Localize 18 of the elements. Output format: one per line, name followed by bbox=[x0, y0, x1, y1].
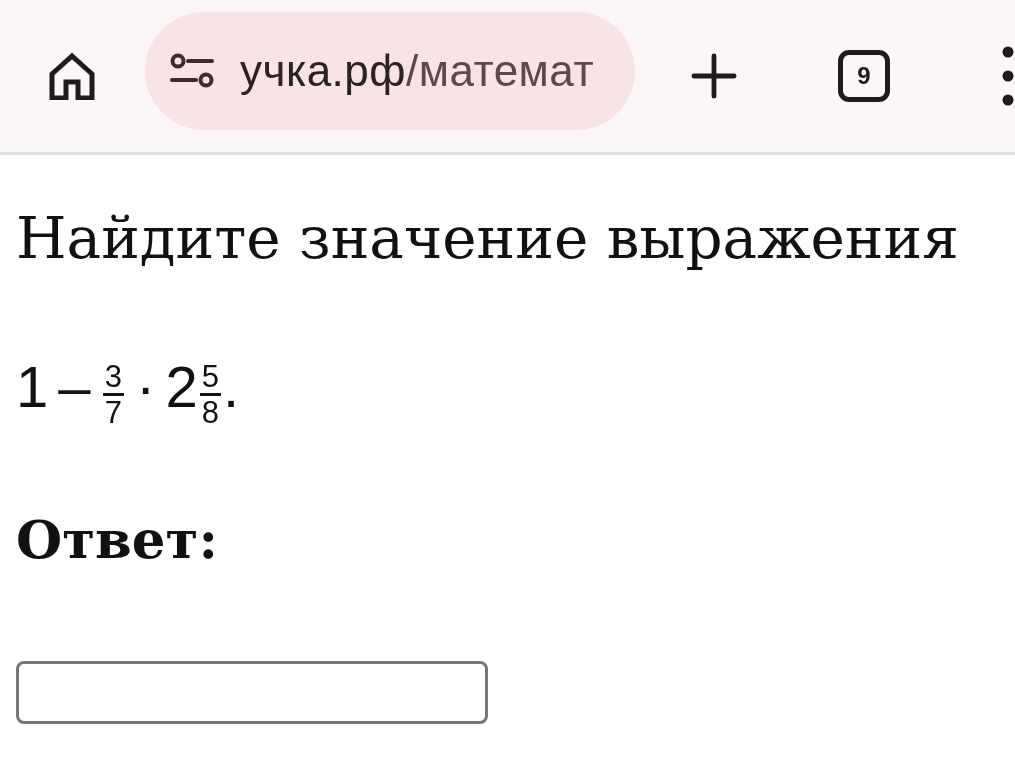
expression-text: · 2 bbox=[135, 358, 198, 416]
menu-button[interactable] bbox=[1002, 46, 1014, 106]
answer-field[interactable] bbox=[16, 661, 488, 724]
plus-icon bbox=[691, 53, 737, 99]
fraction-numerator: 5 bbox=[199, 360, 222, 396]
url-text[interactable]: учка.рф/математ bbox=[240, 46, 595, 96]
fraction-denominator: 7 bbox=[104, 395, 122, 428]
expression-text: . bbox=[223, 358, 240, 416]
more-vertical-icon bbox=[1002, 46, 1014, 106]
answer-label: Ответ: bbox=[16, 507, 219, 572]
fraction-denominator: 8 bbox=[201, 395, 220, 428]
tune-icon bbox=[170, 53, 214, 89]
address-bar[interactable]: учка.рф/математ bbox=[145, 12, 635, 130]
home-icon bbox=[48, 52, 96, 100]
tab-count-button[interactable]: 9 bbox=[838, 50, 890, 102]
task-heading: Найдите значение выражения bbox=[16, 203, 960, 274]
expression-text: 1 – bbox=[16, 358, 92, 416]
fraction-numerator: 3 bbox=[102, 360, 124, 396]
